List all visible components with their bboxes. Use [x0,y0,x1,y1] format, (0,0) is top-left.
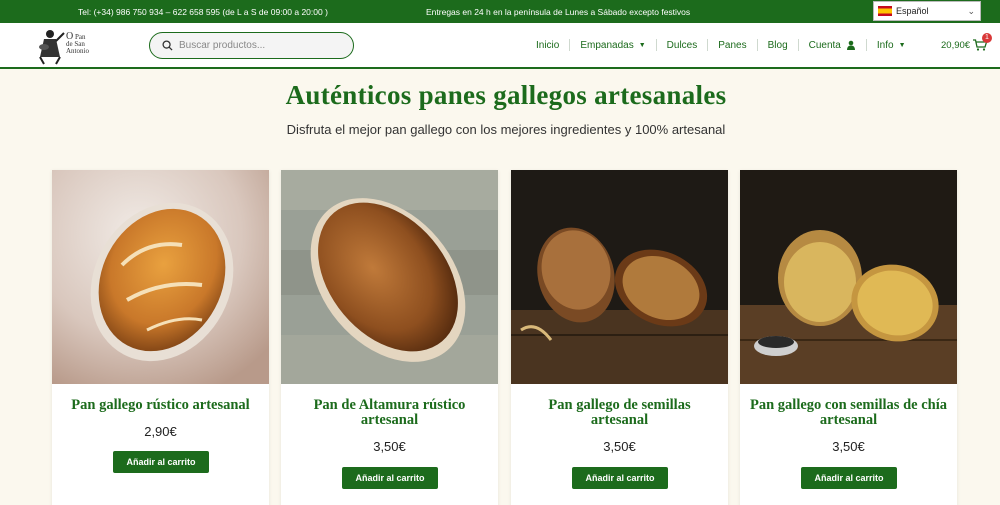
page-subtitle: Disfruta el mejor pan gallego con los me… [286,122,726,137]
language-selector[interactable]: Español ⌄ [873,1,981,21]
product-name[interactable]: Pan gallego con semillas de chía artesan… [748,398,949,428]
add-to-cart-button[interactable]: Añadir al carrito [342,467,438,489]
product-image[interactable] [740,170,957,384]
spain-flag-icon [878,6,892,16]
cart-count-badge: 1 [982,33,992,43]
product-name[interactable]: Pan de Altamura rústico artesanal [289,398,490,428]
caret-down-icon: ▼ [638,41,646,49]
add-to-cart-button[interactable]: Añadir al carrito [572,467,668,489]
page-title: Auténticos panes gallegos artesanales [285,80,727,110]
baker-figure-icon [39,30,65,65]
product-card: Pan gallego de semillas artesanal 3,50€ … [511,170,728,505]
user-icon [846,40,855,50]
product-image[interactable] [281,170,498,384]
chevron-down-icon: ⌄ [967,6,975,16]
add-to-cart-button[interactable]: Añadir al carrito [801,467,897,489]
phone-info: Tel: (+34) 986 750 934 – 622 658 595 (de… [78,7,328,17]
nav-item-cuenta[interactable]: Cuenta [797,39,866,51]
add-to-cart-button[interactable]: Añadir al carrito [113,451,209,473]
product-image[interactable] [511,170,728,384]
search-input[interactable] [179,40,339,51]
language-label: Español [896,6,929,16]
product-name[interactable]: Pan gallego rústico artesanal [60,398,261,413]
delivery-info: Entregas en 24 h en la península de Lune… [426,7,691,17]
nav-item-blog[interactable]: Blog [756,39,798,51]
nav-item-inicio[interactable]: Inicio [528,39,569,51]
cart-button[interactable]: 20,90€ [941,39,988,51]
product-price: 3,50€ [373,439,406,454]
main-nav: Inicio Empanadas ▼ Dulces Panes Blog Cuen… [528,39,916,51]
product-price: 3,50€ [603,439,636,454]
product-card: Pan de Altamura rústico artesanal 3,50€ … [281,170,498,505]
top-bar: Tel: (+34) 986 750 934 – 622 658 595 (de… [0,0,1000,23]
nav-item-dulces[interactable]: Dulces [655,39,708,51]
logo-text: O Pan de San Antonio [66,31,89,55]
product-name[interactable]: Pan gallego de semillas artesanal [519,398,720,428]
product-price: 2,90€ [144,424,177,439]
search-icon [162,40,173,51]
product-card: Pan gallego rústico artesanal 2,90€ Añad… [52,170,269,505]
site-logo[interactable]: O Pan de San Antonio [36,27,106,65]
product-image[interactable] [52,170,269,384]
nav-item-panes[interactable]: Panes [707,39,756,51]
nav-item-empanadas[interactable]: Empanadas ▼ [569,39,655,51]
caret-down-icon: ▼ [898,41,906,49]
nav-item-info[interactable]: Info ▼ [865,39,916,51]
main-header: O Pan de San Antonio Inicio Empanadas▼ D… [0,23,1000,69]
product-card: Pan gallego con semillas de chía artesan… [740,170,957,505]
product-price: 3,50€ [832,439,865,454]
search-box[interactable] [149,32,354,59]
cart-total: 20,90€ [941,39,971,51]
